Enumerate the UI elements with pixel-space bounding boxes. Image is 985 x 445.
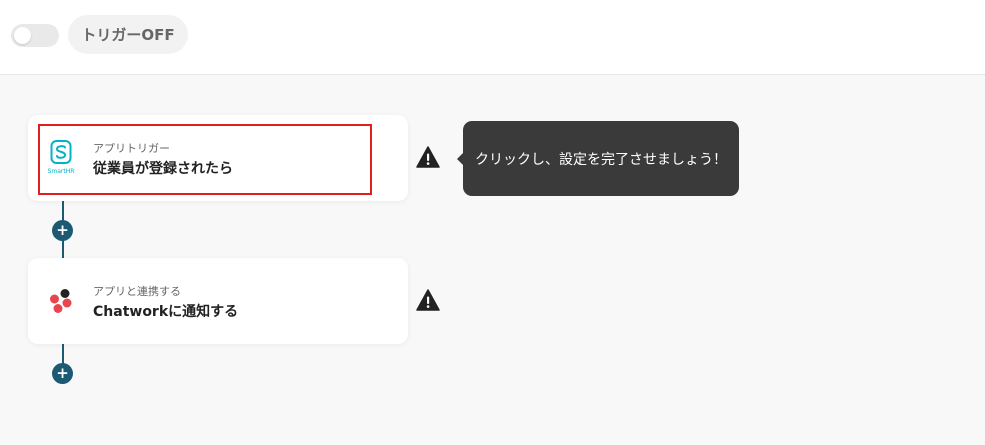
step-title: 従業員が登録されたら (93, 161, 233, 177)
warning-icon[interactable] (416, 146, 440, 172)
flow-step-card-action[interactable]: アプリと連携する Chatworkに通知する (28, 258, 408, 344)
header-bar: トリガーOFF (0, 0, 985, 75)
trigger-status-label: トリガーOFF (68, 15, 188, 54)
flow-connector (61, 344, 64, 364)
step-title: Chatworkに通知する (93, 304, 239, 320)
tooltip-arrow (457, 153, 463, 165)
smarthr-logo-icon: SmartHR (46, 140, 76, 180)
step-category-label: アプリトリガー (93, 142, 170, 155)
smarthr-logo-text: SmartHR (48, 168, 75, 175)
setup-hint-tooltip: クリックし、設定を完了させましょう！ (457, 121, 739, 196)
toggle-knob (14, 27, 31, 44)
trigger-toggle-switch[interactable] (11, 24, 59, 47)
warning-icon[interactable] (416, 289, 440, 315)
step-category-label: アプリと連携する (93, 285, 181, 298)
add-step-button[interactable]: + (52, 220, 73, 241)
add-step-button[interactable]: + (52, 363, 73, 384)
chatwork-logo-icon (48, 288, 74, 318)
tooltip-text: クリックし、設定を完了させましょう！ (475, 151, 727, 168)
flow-step-card-trigger[interactable]: SmartHR アプリトリガー 従業員が登録されたら (28, 115, 408, 201)
